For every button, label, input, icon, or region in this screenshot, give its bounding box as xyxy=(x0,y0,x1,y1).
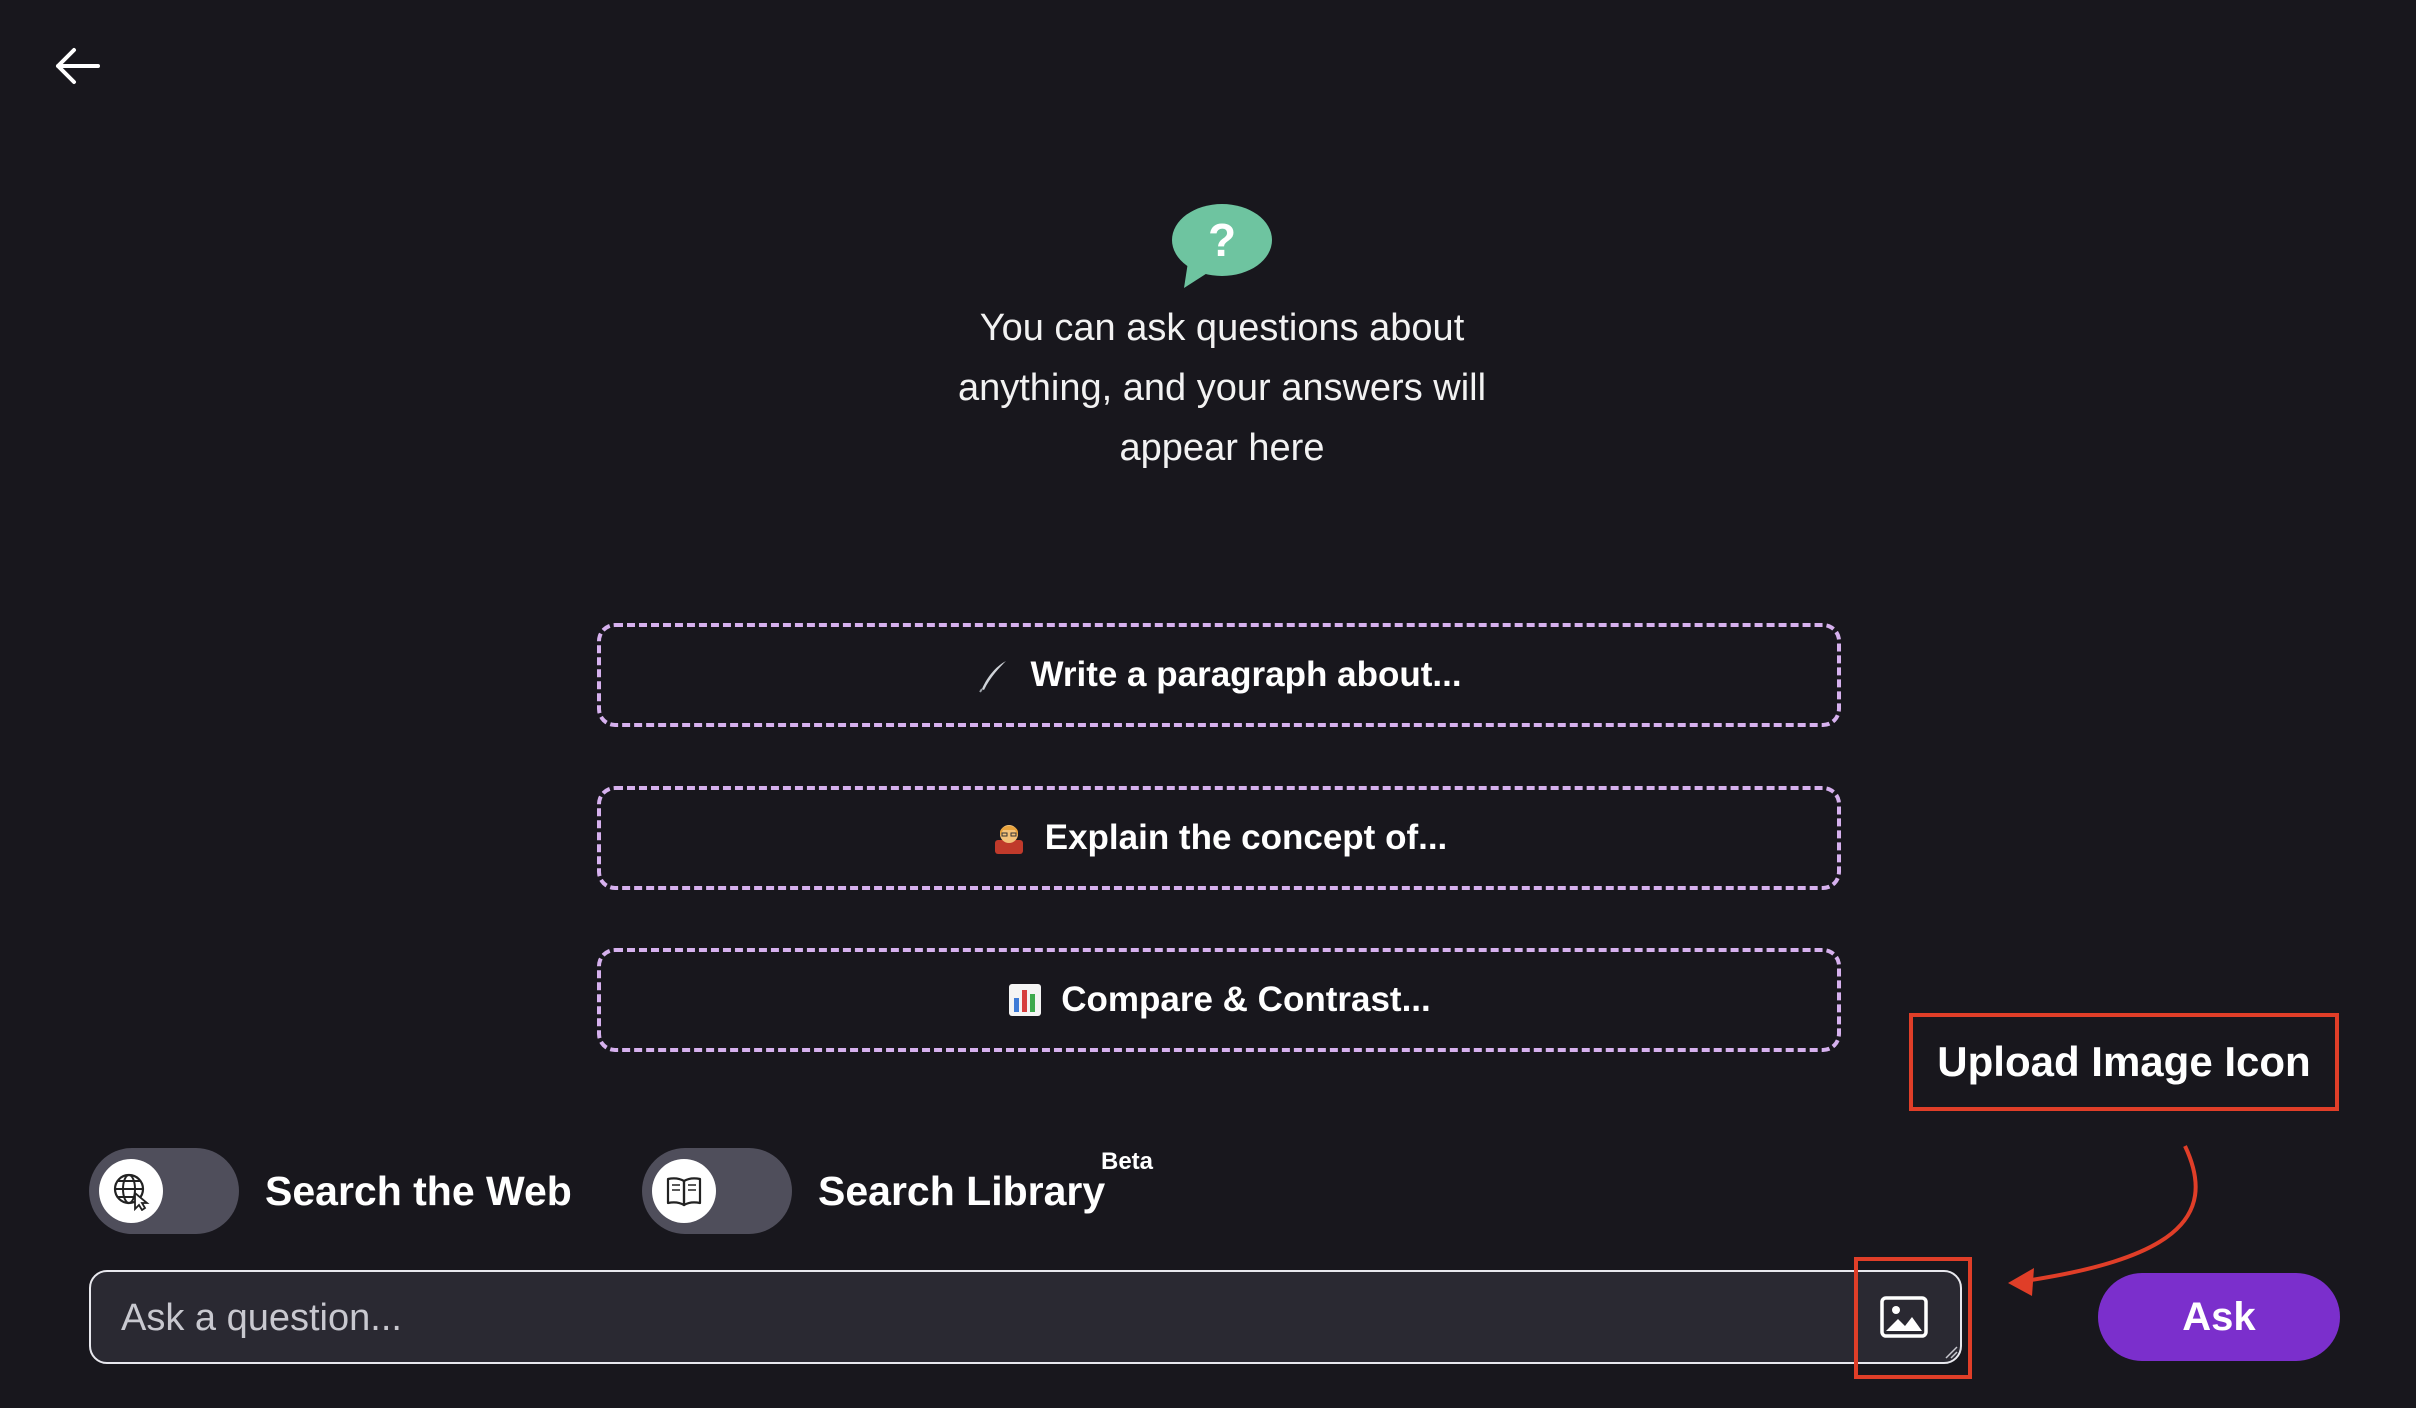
empty-state: ? You can ask questions about anything, … xyxy=(858,200,1586,478)
search-web-toggle-group: Search the Web xyxy=(89,1148,572,1234)
arrow-left-icon xyxy=(56,48,100,84)
search-web-label: Search the Web xyxy=(265,1167,572,1214)
search-library-toggle-group: Search Library xyxy=(642,1148,1105,1234)
ask-button[interactable]: Ask xyxy=(2098,1273,2340,1361)
upload-icon-highlight xyxy=(1854,1257,1972,1379)
ask-input[interactable] xyxy=(119,1272,1823,1364)
prompt-label: Write a paragraph about... xyxy=(1030,655,1462,694)
ask-input-container xyxy=(89,1270,1962,1364)
bar-chart-icon xyxy=(1007,982,1043,1018)
prompt-label: Explain the concept of... xyxy=(1044,818,1448,857)
search-library-toggle[interactable] xyxy=(642,1148,792,1234)
empty-state-message: You can ask questions about anything, an… xyxy=(957,307,1487,469)
search-library-label: Search Library xyxy=(818,1167,1106,1214)
prompt-write-paragraph[interactable]: Write a paragraph about... xyxy=(597,623,1841,727)
quill-pen-icon xyxy=(976,657,1012,693)
prompt-compare-contrast[interactable]: Compare & Contrast... xyxy=(597,948,1841,1052)
toggle-knob xyxy=(652,1159,716,1223)
upload-image-callout: Upload Image Icon xyxy=(1909,1013,2339,1111)
callout-label: Upload Image Icon xyxy=(1937,1038,2311,1085)
teacher-icon xyxy=(991,820,1027,856)
prompt-explain-concept[interactable]: Explain the concept of... xyxy=(597,786,1841,890)
toggle-knob xyxy=(99,1159,163,1223)
beta-badge: Beta xyxy=(1101,1148,1154,1175)
globe-cursor-icon xyxy=(113,1173,150,1211)
question-bubble-icon: ? xyxy=(1172,204,1272,288)
search-web-toggle[interactable] xyxy=(89,1148,239,1234)
ask-page: ? You can ask questions about anything, … xyxy=(0,0,2416,1408)
svg-text:?: ? xyxy=(1208,214,1236,266)
back-button[interactable] xyxy=(48,36,108,96)
book-icon xyxy=(666,1177,702,1207)
prompt-label: Compare & Contrast... xyxy=(1061,980,1431,1019)
